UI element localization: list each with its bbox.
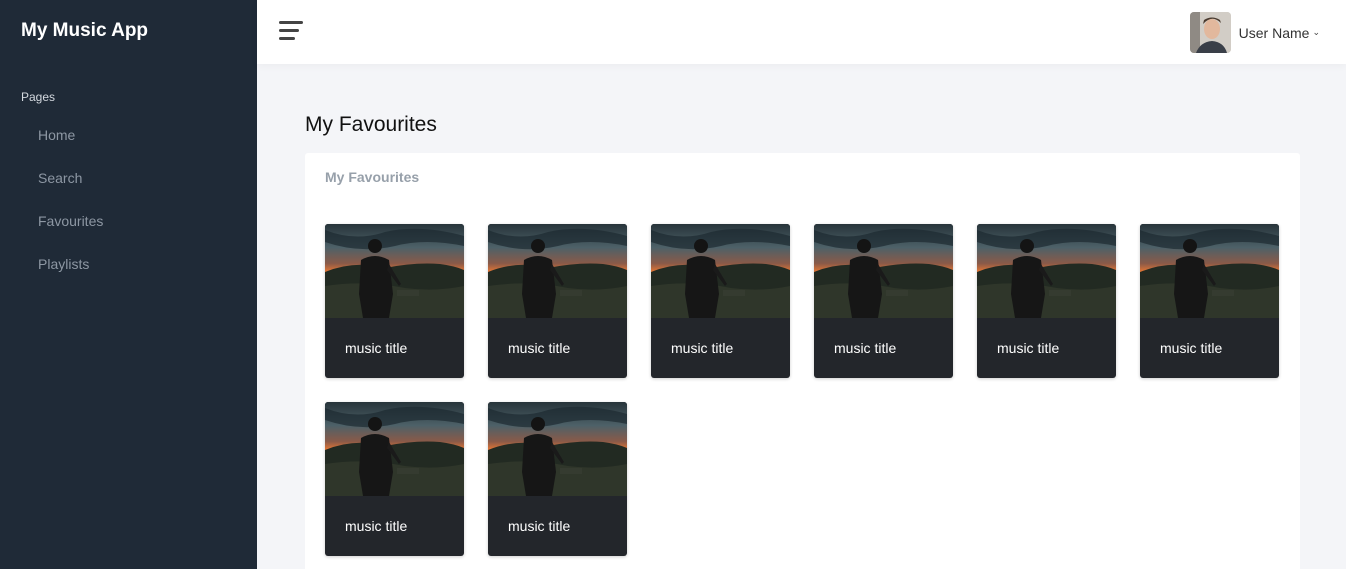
sidebar-nav: Home Search Favourites Playlists (0, 116, 257, 288)
music-tile[interactable]: music title (651, 224, 790, 378)
album-cover (1140, 224, 1279, 318)
card-title: My Favourites (325, 169, 420, 185)
sidebar: My Music App Pages Home Search Favourite… (0, 0, 257, 569)
album-cover (814, 224, 953, 318)
music-tile[interactable]: music title (488, 224, 627, 378)
album-cover (325, 402, 464, 496)
app-brand[interactable]: My Music App (21, 20, 148, 42)
sidebar-section-label: Pages (21, 90, 56, 104)
hamburger-menu-icon[interactable] (279, 21, 303, 41)
music-title: music title (997, 340, 1060, 356)
top-bar: User Name ⌄ (257, 0, 1346, 64)
sidebar-item-search[interactable]: Search (0, 159, 257, 202)
album-cover (488, 224, 627, 318)
music-title: music title (345, 340, 408, 356)
sidebar-item-favourites[interactable]: Favourites (0, 202, 257, 245)
music-tile[interactable]: music title (325, 402, 464, 556)
music-title: music title (508, 518, 571, 534)
music-title: music title (508, 340, 571, 356)
music-tile[interactable]: music title (325, 224, 464, 378)
music-title: music title (834, 340, 897, 356)
sidebar-item-playlists[interactable]: Playlists (0, 245, 257, 288)
music-grid: music title music title music title musi… (325, 224, 1279, 556)
music-tile[interactable]: music title (488, 402, 627, 556)
music-title: music title (1160, 340, 1223, 356)
user-menu[interactable]: User Name ⌄ (1189, 12, 1320, 53)
album-cover (325, 224, 464, 318)
user-name[interactable]: User Name (1239, 25, 1310, 41)
page-title: My Favourites (305, 113, 437, 136)
music-title: music title (345, 518, 408, 534)
favourites-card: My Favourites music title music title mu… (305, 153, 1300, 569)
avatar[interactable] (1189, 12, 1231, 53)
chevron-down-icon[interactable]: ⌄ (1312, 27, 1320, 38)
music-title: music title (671, 340, 734, 356)
album-cover (977, 224, 1116, 318)
music-tile[interactable]: music title (814, 224, 953, 378)
music-tile[interactable]: music title (977, 224, 1116, 378)
album-cover (651, 224, 790, 318)
music-tile[interactable]: music title (1140, 224, 1279, 378)
album-cover (488, 402, 627, 496)
sidebar-item-home[interactable]: Home (0, 116, 257, 159)
